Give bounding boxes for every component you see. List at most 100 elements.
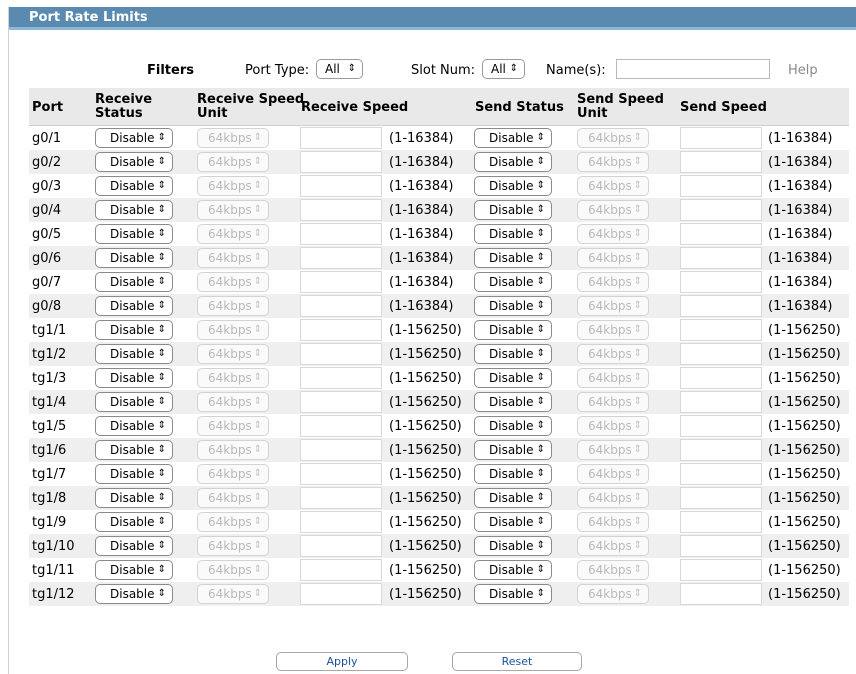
- reset-button[interactable]: Reset: [452, 652, 582, 671]
- receive-status-select[interactable]: Disable ⇕: [95, 224, 173, 244]
- names-input[interactable]: [616, 59, 770, 79]
- receive-status-select[interactable]: Disable ⇕: [95, 272, 173, 292]
- receive-speed-input[interactable]: [300, 439, 382, 461]
- send-unit-select[interactable]: 64kbps ⇕: [577, 200, 649, 220]
- send-speed-input[interactable]: [680, 511, 762, 533]
- send-unit-select[interactable]: 64kbps ⇕: [577, 512, 649, 532]
- receive-speed-input[interactable]: [300, 511, 382, 533]
- receive-status-select[interactable]: Disable ⇕: [95, 416, 173, 436]
- send-unit-select[interactable]: 64kbps ⇕: [577, 128, 649, 148]
- send-unit-select[interactable]: 64kbps ⇕: [577, 248, 649, 268]
- send-status-select[interactable]: Disable ⇕: [474, 536, 552, 556]
- receive-speed-input[interactable]: [300, 295, 382, 317]
- send-unit-select[interactable]: 64kbps ⇕: [577, 272, 649, 292]
- receive-unit-select[interactable]: 64kbps ⇕: [197, 248, 269, 268]
- receive-status-select[interactable]: Disable ⇕: [95, 440, 173, 460]
- send-speed-input[interactable]: [680, 463, 762, 485]
- send-unit-select[interactable]: 64kbps ⇕: [577, 464, 649, 484]
- send-status-select[interactable]: Disable ⇕: [474, 440, 552, 460]
- receive-speed-input[interactable]: [300, 559, 382, 581]
- receive-speed-input[interactable]: [300, 391, 382, 413]
- send-unit-select[interactable]: 64kbps ⇕: [577, 320, 649, 340]
- receive-unit-select[interactable]: 64kbps ⇕: [197, 560, 269, 580]
- send-unit-select[interactable]: 64kbps ⇕: [577, 368, 649, 388]
- receive-status-select[interactable]: Disable ⇕: [95, 488, 173, 508]
- receive-status-select[interactable]: Disable ⇕: [95, 128, 173, 148]
- send-unit-select[interactable]: 64kbps ⇕: [577, 416, 649, 436]
- send-status-select[interactable]: Disable ⇕: [474, 560, 552, 580]
- receive-speed-input[interactable]: [300, 127, 382, 149]
- send-speed-input[interactable]: [680, 415, 762, 437]
- send-status-select[interactable]: Disable ⇕: [474, 584, 552, 604]
- send-status-select[interactable]: Disable ⇕: [474, 248, 552, 268]
- send-speed-input[interactable]: [680, 319, 762, 341]
- send-speed-input[interactable]: [680, 391, 762, 413]
- send-unit-select[interactable]: 64kbps ⇕: [577, 392, 649, 412]
- send-status-select[interactable]: Disable ⇕: [474, 224, 552, 244]
- send-speed-input[interactable]: [680, 367, 762, 389]
- send-unit-select[interactable]: 64kbps ⇕: [577, 536, 649, 556]
- receive-status-select[interactable]: Disable ⇕: [95, 200, 173, 220]
- send-speed-input[interactable]: [680, 271, 762, 293]
- receive-unit-select[interactable]: 64kbps ⇕: [197, 416, 269, 436]
- send-status-select[interactable]: Disable ⇕: [474, 296, 552, 316]
- send-status-select[interactable]: Disable ⇕: [474, 368, 552, 388]
- receive-unit-select[interactable]: 64kbps ⇕: [197, 272, 269, 292]
- send-status-select[interactable]: Disable ⇕: [474, 464, 552, 484]
- receive-status-select[interactable]: Disable ⇕: [95, 248, 173, 268]
- receive-speed-input[interactable]: [300, 199, 382, 221]
- receive-unit-select[interactable]: 64kbps ⇕: [197, 536, 269, 556]
- send-status-select[interactable]: Disable ⇕: [474, 416, 552, 436]
- receive-status-select[interactable]: Disable ⇕: [95, 176, 173, 196]
- send-unit-select[interactable]: 64kbps ⇕: [577, 176, 649, 196]
- port-type-select[interactable]: All ⇕: [316, 59, 363, 79]
- send-unit-select[interactable]: 64kbps ⇕: [577, 296, 649, 316]
- receive-speed-input[interactable]: [300, 583, 382, 605]
- receive-speed-input[interactable]: [300, 415, 382, 437]
- receive-unit-select[interactable]: 64kbps ⇕: [197, 584, 269, 604]
- send-status-select[interactable]: Disable ⇕: [474, 200, 552, 220]
- receive-unit-select[interactable]: 64kbps ⇕: [197, 512, 269, 532]
- send-unit-select[interactable]: 64kbps ⇕: [577, 440, 649, 460]
- send-speed-input[interactable]: [680, 583, 762, 605]
- send-status-select[interactable]: Disable ⇕: [474, 512, 552, 532]
- receive-status-select[interactable]: Disable ⇕: [95, 296, 173, 316]
- receive-unit-select[interactable]: 64kbps ⇕: [197, 200, 269, 220]
- send-status-select[interactable]: Disable ⇕: [474, 320, 552, 340]
- send-unit-select[interactable]: 64kbps ⇕: [577, 488, 649, 508]
- receive-unit-select[interactable]: 64kbps ⇕: [197, 344, 269, 364]
- send-speed-input[interactable]: [680, 487, 762, 509]
- send-unit-select[interactable]: 64kbps ⇕: [577, 152, 649, 172]
- receive-speed-input[interactable]: [300, 487, 382, 509]
- receive-speed-input[interactable]: [300, 247, 382, 269]
- receive-speed-input[interactable]: [300, 367, 382, 389]
- receive-speed-input[interactable]: [300, 535, 382, 557]
- slot-num-select[interactable]: All ⇕: [482, 59, 525, 79]
- receive-speed-input[interactable]: [300, 343, 382, 365]
- receive-status-select[interactable]: Disable ⇕: [95, 560, 173, 580]
- send-speed-input[interactable]: [680, 127, 762, 149]
- send-speed-input[interactable]: [680, 535, 762, 557]
- receive-status-select[interactable]: Disable ⇕: [95, 320, 173, 340]
- apply-button[interactable]: Apply: [276, 652, 408, 671]
- send-speed-input[interactable]: [680, 175, 762, 197]
- receive-unit-select[interactable]: 64kbps ⇕: [197, 296, 269, 316]
- receive-status-select[interactable]: Disable ⇕: [95, 464, 173, 484]
- send-unit-select[interactable]: 64kbps ⇕: [577, 560, 649, 580]
- receive-unit-select[interactable]: 64kbps ⇕: [197, 440, 269, 460]
- send-status-select[interactable]: Disable ⇕: [474, 152, 552, 172]
- receive-speed-input[interactable]: [300, 175, 382, 197]
- receive-speed-input[interactable]: [300, 151, 382, 173]
- receive-status-select[interactable]: Disable ⇕: [95, 152, 173, 172]
- receive-unit-select[interactable]: 64kbps ⇕: [197, 464, 269, 484]
- send-speed-input[interactable]: [680, 199, 762, 221]
- send-speed-input[interactable]: [680, 559, 762, 581]
- send-speed-input[interactable]: [680, 151, 762, 173]
- receive-unit-select[interactable]: 64kbps ⇕: [197, 488, 269, 508]
- receive-status-select[interactable]: Disable ⇕: [95, 392, 173, 412]
- send-speed-input[interactable]: [680, 295, 762, 317]
- receive-speed-input[interactable]: [300, 223, 382, 245]
- send-status-select[interactable]: Disable ⇕: [474, 128, 552, 148]
- send-status-select[interactable]: Disable ⇕: [474, 272, 552, 292]
- receive-unit-select[interactable]: 64kbps ⇕: [197, 224, 269, 244]
